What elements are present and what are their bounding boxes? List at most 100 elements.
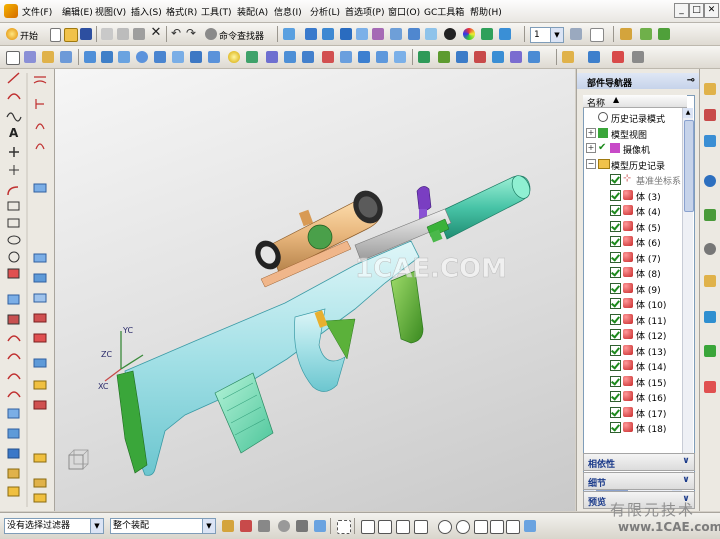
view-iso-icon[interactable] xyxy=(390,28,402,40)
trim-curve-icon[interactable] xyxy=(7,468,20,479)
trim-icon[interactable] xyxy=(302,51,314,63)
boss-icon[interactable] xyxy=(172,51,184,63)
polygon-icon[interactable] xyxy=(7,218,20,228)
redo-icon[interactable]: ↷ xyxy=(186,27,198,39)
axis-icon[interactable] xyxy=(456,51,468,63)
rectangle-icon[interactable] xyxy=(7,201,20,211)
save-icon[interactable] xyxy=(80,28,92,40)
layer-move-icon[interactable] xyxy=(570,28,582,40)
undo-icon[interactable]: ↶ xyxy=(171,27,183,39)
rifle-model[interactable]: YC ZC XC 1CAE.COM xyxy=(55,69,575,511)
tree-item[interactable]: + 模型视图 xyxy=(584,126,682,141)
body-priority-icon[interactable] xyxy=(278,520,290,532)
wrap-curve-icon[interactable] xyxy=(7,391,21,398)
view-front-icon[interactable] xyxy=(372,28,384,40)
menu-file[interactable]: 文件(F) xyxy=(22,5,52,18)
minimize-button[interactable]: _ xyxy=(674,3,689,18)
new-icon[interactable] xyxy=(50,28,61,42)
scroll-thumb[interactable] xyxy=(684,120,694,212)
checkbox[interactable] xyxy=(610,251,621,263)
layer-select[interactable]: 1 ▼ xyxy=(530,27,564,43)
checkbox[interactable] xyxy=(610,422,621,433)
layer-settings-icon[interactable] xyxy=(499,28,511,40)
surface-extend-icon[interactable] xyxy=(33,358,47,368)
fit-icon[interactable] xyxy=(283,28,295,40)
divide-curve-icon[interactable] xyxy=(7,486,20,497)
maximize-button[interactable]: □ xyxy=(689,3,704,18)
view-cube-icon[interactable] xyxy=(68,449,89,470)
surface-offset-icon[interactable] xyxy=(33,380,47,390)
material-icon[interactable] xyxy=(425,28,437,40)
select-all-icon[interactable] xyxy=(222,520,234,532)
snap-midpoint-icon[interactable] xyxy=(378,520,392,534)
tree-item[interactable]: 体 (4) xyxy=(584,203,682,218)
snap-control-icon[interactable] xyxy=(396,520,410,534)
zoom-icon[interactable] xyxy=(305,28,317,40)
system-materials-icon[interactable] xyxy=(704,275,716,287)
csys-icon[interactable] xyxy=(492,51,504,63)
extrude-icon[interactable] xyxy=(24,51,36,63)
graphics-viewport[interactable]: YC ZC XC 1CAE.COM xyxy=(55,69,575,511)
snap-intersection-icon[interactable] xyxy=(414,520,428,534)
rotate-icon[interactable] xyxy=(322,28,334,40)
curve-section-icon[interactable] xyxy=(33,76,47,84)
subtract-icon[interactable] xyxy=(376,51,388,63)
render-icon[interactable] xyxy=(658,28,670,40)
menu-help[interactable]: 帮助(H) xyxy=(470,5,502,18)
name-column-header[interactable]: 名称 ▲ xyxy=(583,95,687,109)
tree-item[interactable]: 体 (7) xyxy=(584,250,682,265)
checkbox[interactable] xyxy=(610,375,621,387)
layer-icon[interactable] xyxy=(481,28,493,40)
tree-item[interactable]: 体 (11) xyxy=(584,312,682,327)
menu-gc-toolbox[interactable]: GC工具箱 xyxy=(424,5,464,18)
snap-quadrant-icon[interactable] xyxy=(456,520,470,534)
pin-icon[interactable]: ⊸ xyxy=(687,75,695,86)
snap-on-surface-icon[interactable] xyxy=(506,520,520,534)
edge-priority-icon[interactable] xyxy=(314,520,326,532)
roles-icon[interactable] xyxy=(704,345,716,357)
face-priority-icon[interactable] xyxy=(296,520,308,532)
checkbox[interactable] xyxy=(610,313,621,325)
paste-icon[interactable] xyxy=(133,28,145,40)
start-icon[interactable] xyxy=(6,28,18,40)
close-button[interactable]: ✕ xyxy=(704,3,719,18)
spline-icon[interactable] xyxy=(6,112,22,122)
menu-assembly[interactable]: 装配(A) xyxy=(237,5,268,18)
block-icon[interactable] xyxy=(84,51,96,63)
snap-pole-icon[interactable] xyxy=(524,520,536,532)
offset-icon[interactable] xyxy=(510,51,522,63)
checkbox[interactable] xyxy=(610,174,621,185)
snap-existing-icon[interactable] xyxy=(474,520,488,534)
unite-icon[interactable] xyxy=(358,51,370,63)
panel-dependencies[interactable]: 相依性 ∨ xyxy=(583,453,695,471)
line-icon[interactable] xyxy=(7,72,20,84)
analysis-icon[interactable] xyxy=(640,28,652,40)
pocket-icon[interactable] xyxy=(190,51,202,63)
process-studio-icon[interactable] xyxy=(704,311,716,323)
edit-curve-icon[interactable] xyxy=(7,428,20,439)
color-icon[interactable] xyxy=(463,28,475,40)
selection-priority-icon[interactable] xyxy=(240,520,252,532)
tree-item[interactable]: 体 (16) xyxy=(584,389,682,404)
feature-priority-icon[interactable] xyxy=(258,520,270,532)
extract-curve-icon[interactable] xyxy=(7,373,21,380)
collapse-icon[interactable]: − xyxy=(586,158,596,169)
checkbox[interactable] xyxy=(610,282,621,294)
checkbox[interactable] xyxy=(610,298,621,309)
fillet-icon[interactable] xyxy=(7,186,19,196)
checkbox[interactable] xyxy=(610,236,621,247)
offset-curve-icon[interactable] xyxy=(7,268,20,279)
chamfer-icon[interactable] xyxy=(266,51,278,63)
checkbox[interactable] xyxy=(610,205,621,216)
tree-item[interactable]: 体 (14) xyxy=(584,358,682,373)
checkbox[interactable] xyxy=(610,406,621,418)
blend-icon[interactable] xyxy=(246,51,258,63)
measure-icon[interactable] xyxy=(620,28,632,40)
surface-blend-icon[interactable] xyxy=(33,478,47,488)
delete-icon[interactable]: ✕ xyxy=(150,26,162,39)
menu-format[interactable]: 格式(R) xyxy=(166,5,197,18)
tree-item[interactable]: 体 (5) xyxy=(584,219,682,234)
surface-fill-icon[interactable] xyxy=(33,313,47,323)
tree-item[interactable]: − 模型历史记录 xyxy=(584,157,682,172)
checkbox[interactable] xyxy=(610,189,621,201)
